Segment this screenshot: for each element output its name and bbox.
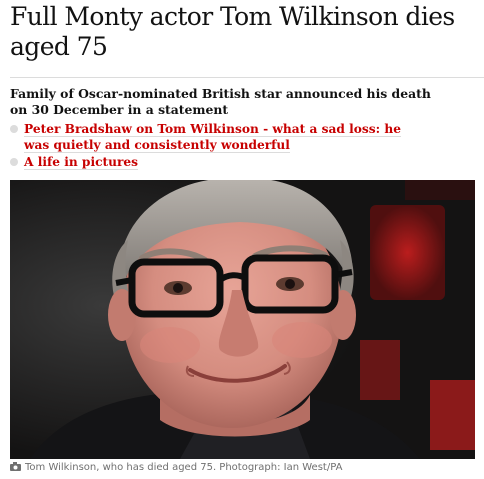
bullet-icon	[10, 125, 18, 133]
caption-text: Tom Wilkinson, who has died aged 75. Pho…	[25, 462, 343, 473]
article-headline: Full Monty actor Tom Wilkinson dies aged…	[10, 2, 455, 61]
divider	[10, 77, 484, 78]
portrait-image	[10, 180, 475, 459]
camera-icon	[10, 462, 21, 476]
related-links-list: Peter Bradshaw on Tom Wilkinson - what a…	[10, 121, 430, 171]
related-link-item: Peter Bradshaw on Tom Wilkinson - what a…	[10, 121, 430, 153]
article-photo[interactable]	[10, 180, 475, 459]
related-link-gallery[interactable]: A life in pictures	[24, 155, 139, 170]
bullet-icon	[10, 158, 18, 166]
related-link-item: A life in pictures	[10, 154, 430, 170]
article-standfirst: Family of Oscar-nominated British star a…	[10, 86, 431, 117]
related-link-bradshaw[interactable]: Peter Bradshaw on Tom Wilkinson - what a…	[24, 122, 401, 153]
photo-caption: Tom Wilkinson, who has died aged 75. Pho…	[10, 461, 480, 476]
